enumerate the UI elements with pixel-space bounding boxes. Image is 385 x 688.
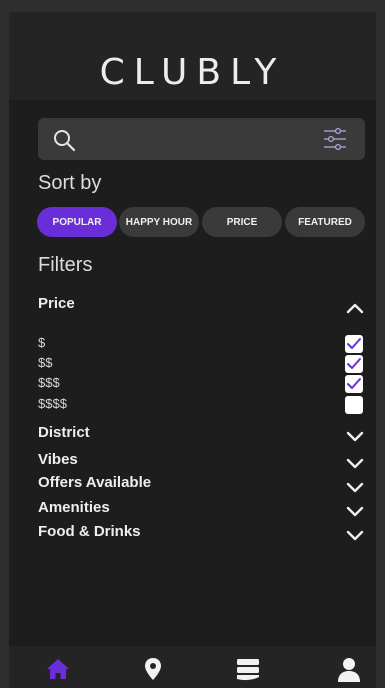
- sort-chip-popular[interactable]: POPULAR: [37, 207, 117, 237]
- home-icon[interactable]: [45, 656, 71, 682]
- price-checkbox-1[interactable]: [345, 335, 363, 353]
- filter-price-label[interactable]: Price: [38, 295, 75, 312]
- chevron-down-icon[interactable]: [346, 529, 364, 541]
- app-logo: CLUBLY: [99, 52, 286, 93]
- price-option-2: $$: [38, 355, 53, 370]
- sort-chip-featured[interactable]: FEATURED: [285, 207, 365, 237]
- chevron-down-icon[interactable]: [346, 430, 364, 442]
- checkmark-icon: [347, 358, 361, 369]
- sort-chip-price[interactable]: PRICE: [202, 207, 282, 237]
- search-input[interactable]: [88, 126, 302, 154]
- filter-food-drinks-label[interactable]: Food & Drinks: [38, 523, 141, 540]
- checkmark-icon: [347, 338, 361, 349]
- chevron-up-icon[interactable]: [346, 302, 364, 314]
- price-checkbox-2[interactable]: [345, 355, 363, 373]
- filter-sliders-icon[interactable]: [323, 127, 347, 151]
- price-option-4: $$$$: [38, 396, 67, 411]
- tickets-icon[interactable]: [235, 656, 261, 682]
- filter-vibes-label[interactable]: Vibes: [38, 451, 78, 468]
- filter-district-label[interactable]: District: [38, 424, 90, 441]
- bottom-nav: [9, 646, 376, 688]
- price-checkbox-3[interactable]: [345, 375, 363, 393]
- sort-options: POPULAR HAPPY HOUR PRICE FEATURED: [37, 207, 367, 237]
- filters-title: Filters: [38, 254, 93, 276]
- chevron-down-icon[interactable]: [346, 457, 364, 469]
- price-option-1: $: [38, 335, 46, 350]
- app-header: CLUBLY: [9, 12, 376, 100]
- filter-offers-label[interactable]: Offers Available: [38, 474, 151, 491]
- map-pin-icon[interactable]: [140, 656, 166, 682]
- search-bar[interactable]: [38, 118, 365, 160]
- chevron-down-icon[interactable]: [346, 505, 364, 517]
- profile-icon[interactable]: [336, 656, 362, 682]
- filter-amenities-label[interactable]: Amenities: [38, 499, 110, 516]
- chevron-down-icon[interactable]: [346, 481, 364, 493]
- price-option-3: $$$: [38, 375, 60, 390]
- app-screen: CLUBLY Sort by POPULAR HAPPY HOUR PRICE …: [9, 12, 376, 688]
- sort-chip-happy-hour[interactable]: HAPPY HOUR: [119, 207, 199, 237]
- checkmark-icon: [347, 378, 361, 389]
- search-icon[interactable]: [52, 128, 76, 152]
- price-checkbox-4[interactable]: [345, 396, 363, 414]
- sort-by-title: Sort by: [38, 172, 102, 194]
